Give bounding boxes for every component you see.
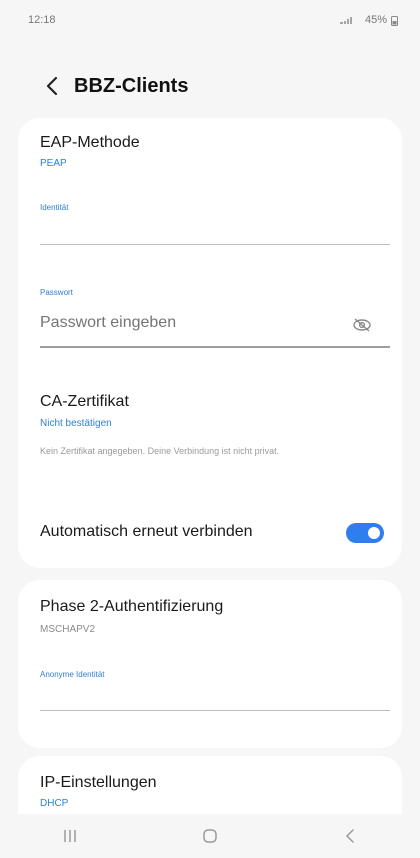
status-bar: 12:18 45% [0, 0, 420, 40]
eap-method-value: PEAP [40, 158, 67, 169]
ip-settings-value: DHCP [40, 798, 69, 809]
battery-icon [391, 15, 398, 26]
eap-settings-card: EAP-Methode PEAP Identität Passwort CA-Z… [18, 118, 402, 568]
ca-certificate-hint: Kein Zertifikat angegeben. Deine Verbind… [40, 446, 280, 456]
status-icons: 45% [339, 14, 398, 26]
ca-certificate-label[interactable]: CA-Zertifikat [40, 393, 129, 411]
anon-identity-label: Anonyme Identität [40, 670, 105, 679]
chevron-left-icon [46, 76, 58, 96]
anon-identity-input[interactable] [40, 688, 340, 706]
back-nav-icon [345, 829, 354, 843]
page-title: BBZ-Clients [74, 74, 189, 97]
ca-certificate-value: Nicht bestätigen [40, 418, 112, 429]
navigation-bar [0, 814, 420, 858]
password-label: Passwort [40, 288, 73, 297]
identity-label: Identität [40, 203, 69, 212]
recent-apps-button[interactable] [40, 821, 100, 851]
identity-input[interactable] [40, 222, 340, 240]
recent-apps-icon [64, 830, 76, 842]
home-button[interactable] [180, 821, 240, 851]
auto-reconnect-toggle[interactable] [346, 523, 384, 543]
identity-underline [40, 244, 390, 245]
ip-settings-card: IP-Einstellungen DHCP [18, 756, 402, 816]
password-input[interactable] [40, 314, 340, 332]
password-underline [40, 346, 390, 348]
back-nav-button[interactable] [320, 821, 380, 851]
wifi-signal-icon [339, 17, 352, 24]
app-header: BBZ-Clients [0, 64, 420, 108]
anon-identity-underline [40, 710, 390, 711]
eap-method-label[interactable]: EAP-Methode [40, 134, 140, 152]
battery-percent: 45% [364, 14, 387, 26]
toggle-knob [366, 525, 382, 541]
phase2-auth-label[interactable]: Phase 2-Authentifizierung [40, 598, 223, 616]
phase2-card: Phase 2-Authentifizierung MSCHAPV2 Anony… [18, 580, 402, 748]
status-time: 12:18 [28, 14, 56, 26]
phase2-auth-value: MSCHAPV2 [40, 624, 96, 635]
ip-settings-label[interactable]: IP-Einstellungen [40, 774, 157, 792]
auto-reconnect-label: Automatisch erneut verbinden [40, 523, 253, 540]
home-icon [203, 829, 217, 843]
back-button[interactable] [40, 74, 64, 98]
eye-off-icon[interactable] [352, 318, 372, 332]
